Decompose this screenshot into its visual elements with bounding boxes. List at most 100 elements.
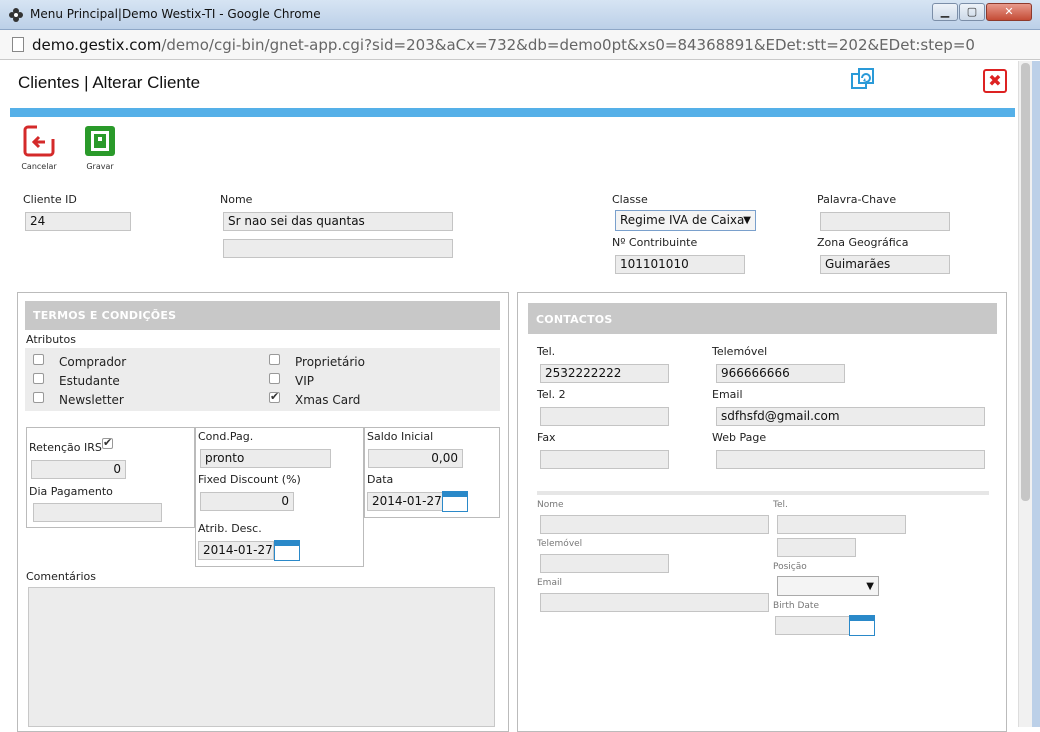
xmas-card-label: Xmas Card (295, 393, 361, 407)
person-position-select[interactable]: ▼ (777, 576, 879, 596)
pay-day-field[interactable] (33, 503, 162, 522)
atrib-date-field[interactable]: 2014-01-27 (198, 541, 274, 560)
discount-label: Fixed Discount (%) (198, 473, 301, 486)
irs-label: Retenção IRS (29, 441, 102, 454)
page-content: Clientes | Alterar Cliente ✖ Cancelar Gr… (10, 61, 1017, 732)
vip-label: VIP (295, 374, 314, 388)
contact-mobile-label: Telemóvel (712, 345, 768, 358)
checkbox-comprador[interactable] (33, 354, 44, 365)
class-label: Classe (612, 193, 648, 206)
contacts-heading: CONTACTOS (528, 303, 997, 334)
page-title: Clientes | Alterar Cliente (18, 73, 201, 92)
keyword-field[interactable] (820, 212, 950, 231)
date-field[interactable]: 2014-01-27 (367, 492, 443, 511)
client-id-field[interactable]: 24 (25, 212, 131, 231)
refresh-icon[interactable] (850, 67, 876, 93)
person-tel-field[interactable] (777, 515, 906, 534)
person-tel2-field[interactable] (777, 538, 856, 557)
person-name-field[interactable] (540, 515, 769, 534)
person-birth-field[interactable] (775, 616, 850, 635)
balance-field[interactable]: 0,00 (368, 449, 463, 468)
zone-label: Zona Geográfica (817, 236, 909, 249)
nif-label: Nº Contribuinte (612, 236, 698, 249)
attributes-label: Atributos (26, 333, 76, 346)
person-tel-label: Tel. (773, 500, 788, 510)
page-icon (12, 37, 24, 52)
checkbox-vip[interactable] (269, 373, 280, 384)
contact-mobile-field[interactable]: 966666666 (716, 364, 845, 383)
calendar-icon[interactable] (442, 491, 468, 512)
calendar-icon[interactable] (849, 615, 875, 636)
name-field[interactable]: Sr nao sei das quantas (223, 212, 453, 231)
nif-field[interactable]: 101101010 (615, 255, 745, 274)
person-email-label: Email (537, 578, 562, 588)
contact-web-field[interactable] (716, 450, 985, 469)
discount-field[interactable]: 0 (200, 492, 294, 511)
contact-tel2-field[interactable] (540, 407, 669, 426)
url-host: demo.gestix.com (32, 36, 162, 54)
url-text[interactable]: demo.gestix.com/demo/cgi-bin/gnet-app.cg… (32, 36, 975, 54)
maximize-button[interactable]: ▢ (959, 3, 985, 21)
pay-day-label: Dia Pagamento (29, 485, 113, 498)
keyword-label: Palavra-Chave (817, 193, 897, 206)
comments-textarea[interactable] (28, 587, 495, 727)
name-label: Nome (220, 193, 253, 206)
person-email-field[interactable] (540, 593, 769, 612)
irs-field[interactable]: 0 (31, 460, 126, 479)
contact-tel2-label: Tel. 2 (537, 388, 566, 401)
cond-field[interactable]: pronto (200, 449, 331, 468)
cancel-button[interactable]: Cancelar (19, 125, 59, 171)
address-bar[interactable]: demo.gestix.com/demo/cgi-bin/gnet-app.cg… (0, 30, 1040, 60)
newsletter-label: Newsletter (59, 393, 124, 407)
contact-email-label: Email (712, 388, 743, 401)
page-scrollbar[interactable] (1018, 61, 1032, 727)
person-name-label: Nome (537, 500, 564, 510)
minimize-button[interactable]: ▁ (932, 3, 958, 21)
cond-label: Cond.Pag. (198, 430, 254, 443)
person-mobile-label: Telemóvel (537, 539, 583, 549)
contact-web-label: Web Page (712, 431, 767, 444)
comprador-label: Comprador (59, 355, 127, 369)
terms-heading: TERMOS E CONDIÇÕES (25, 301, 500, 330)
class-select-value: Regime IVA de Caixa (620, 213, 745, 227)
save-button[interactable]: Gravar (80, 125, 120, 171)
app-flower-icon (9, 8, 23, 22)
class-select[interactable]: Regime IVA de Caixa ▼ (615, 210, 756, 231)
left-margin (0, 61, 10, 727)
estudante-label: Estudante (59, 374, 120, 388)
contact-tel-label: Tel. (537, 345, 556, 358)
contact-email-field[interactable]: sdfhsfd@gmail.com (716, 407, 985, 426)
calendar-icon[interactable] (274, 540, 300, 561)
cancel-label: Cancelar (21, 162, 57, 171)
scrollbar-thumb[interactable] (1021, 63, 1030, 501)
window-close-button[interactable]: ✕ (986, 3, 1032, 21)
name2-field[interactable] (223, 239, 453, 258)
window-title: Menu Principal|Demo Westix-TI - Google C… (30, 7, 321, 21)
form-close-button[interactable]: ✖ (983, 69, 1007, 93)
window-titlebar: Menu Principal|Demo Westix-TI - Google C… (0, 0, 1040, 30)
date-label: Data (367, 473, 394, 486)
person-mobile-field[interactable] (540, 554, 669, 573)
checkbox-estudante[interactable] (33, 373, 44, 384)
checkbox-irs[interactable] (102, 436, 113, 449)
balance-label: Saldo Inicial (367, 430, 434, 443)
checkbox-xmas-card[interactable] (269, 390, 280, 403)
client-id-label: Cliente ID (23, 193, 77, 206)
person-position-label: Posição (773, 562, 807, 572)
url-path: /demo/cgi-bin/gnet-app.cgi?sid=203&aCx=7… (161, 36, 975, 54)
header-divider (10, 108, 1015, 117)
atrib-label: Atrib. Desc. (198, 522, 262, 535)
comments-label: Comentários (26, 570, 96, 583)
checkbox-newsletter[interactable] (33, 392, 44, 403)
contact-fax-field[interactable] (540, 450, 669, 469)
save-icon (85, 126, 115, 156)
person-birth-label: Birth Date (773, 601, 819, 611)
cancel-icon (23, 125, 55, 157)
contacts-panel (517, 292, 1007, 732)
proprietario-label: Proprietário (295, 355, 365, 369)
chevron-down-icon: ▼ (743, 215, 751, 226)
contact-tel-field[interactable]: 2532222222 (540, 364, 669, 383)
zone-field[interactable]: Guimarães (820, 255, 950, 274)
checkbox-proprietario[interactable] (269, 354, 280, 365)
contact-fax-label: Fax (537, 431, 556, 444)
